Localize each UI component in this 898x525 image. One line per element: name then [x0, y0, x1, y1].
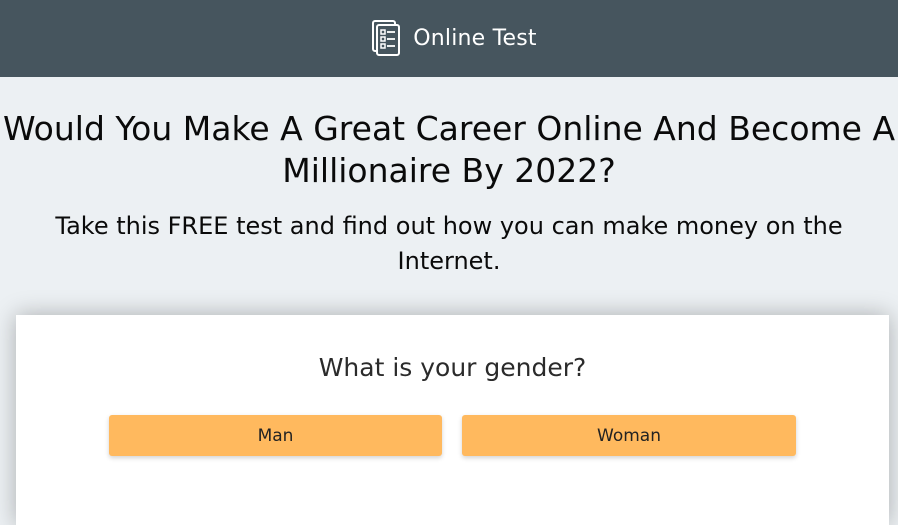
- site-header: Online Test: [0, 0, 898, 77]
- checklist-document-icon: [372, 19, 401, 56]
- quiz-card: What is your gender? Man Woman: [16, 315, 889, 525]
- answer-man-button[interactable]: Man: [109, 415, 442, 456]
- page-subheadline: Take this FREE test and find out how you…: [55, 212, 843, 275]
- page-headline: Would You Make A Great Career Online And…: [2, 109, 896, 190]
- header-title: Online Test: [413, 26, 537, 51]
- answer-woman-button[interactable]: Woman: [462, 415, 796, 456]
- header-brand: Online Test: [369, 19, 537, 59]
- quiz-question: What is your gender?: [318, 353, 587, 382]
